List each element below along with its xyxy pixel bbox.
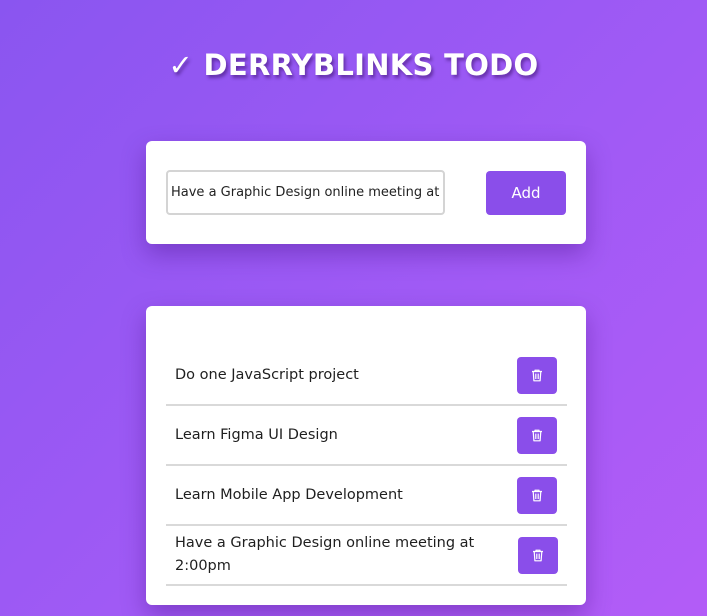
todo-text: Do one JavaScript project: [175, 366, 359, 383]
trash-icon: [532, 429, 542, 441]
todo-text: Learn Mobile App Development: [175, 486, 403, 503]
todo-text: Learn Figma UI Design: [175, 426, 338, 443]
delete-button[interactable]: [517, 356, 557, 394]
todo-input[interactable]: [166, 170, 445, 215]
trash-icon: [533, 549, 543, 561]
todo-list: Do one JavaScript project Learn Figma UI…: [166, 346, 567, 586]
trash-icon: [532, 489, 542, 501]
delete-button[interactable]: [518, 536, 558, 574]
todo-text: Have a Graphic Design online meeting at …: [175, 535, 475, 574]
todo-item: Learn Mobile App Development: [166, 466, 567, 526]
add-button[interactable]: Add: [486, 171, 566, 215]
todo-item: Learn Figma UI Design: [166, 406, 567, 466]
todo-item: Have a Graphic Design online meeting at …: [166, 526, 567, 586]
delete-button[interactable]: [517, 476, 557, 514]
todo-item: Do one JavaScript project: [166, 346, 567, 406]
add-todo-card: Add: [146, 141, 586, 244]
trash-icon: [532, 369, 542, 381]
delete-button[interactable]: [517, 416, 557, 454]
app-title: ✓ DERRYBLINKS TODO: [168, 48, 539, 82]
todo-list-card: Do one JavaScript project Learn Figma UI…: [146, 306, 586, 605]
